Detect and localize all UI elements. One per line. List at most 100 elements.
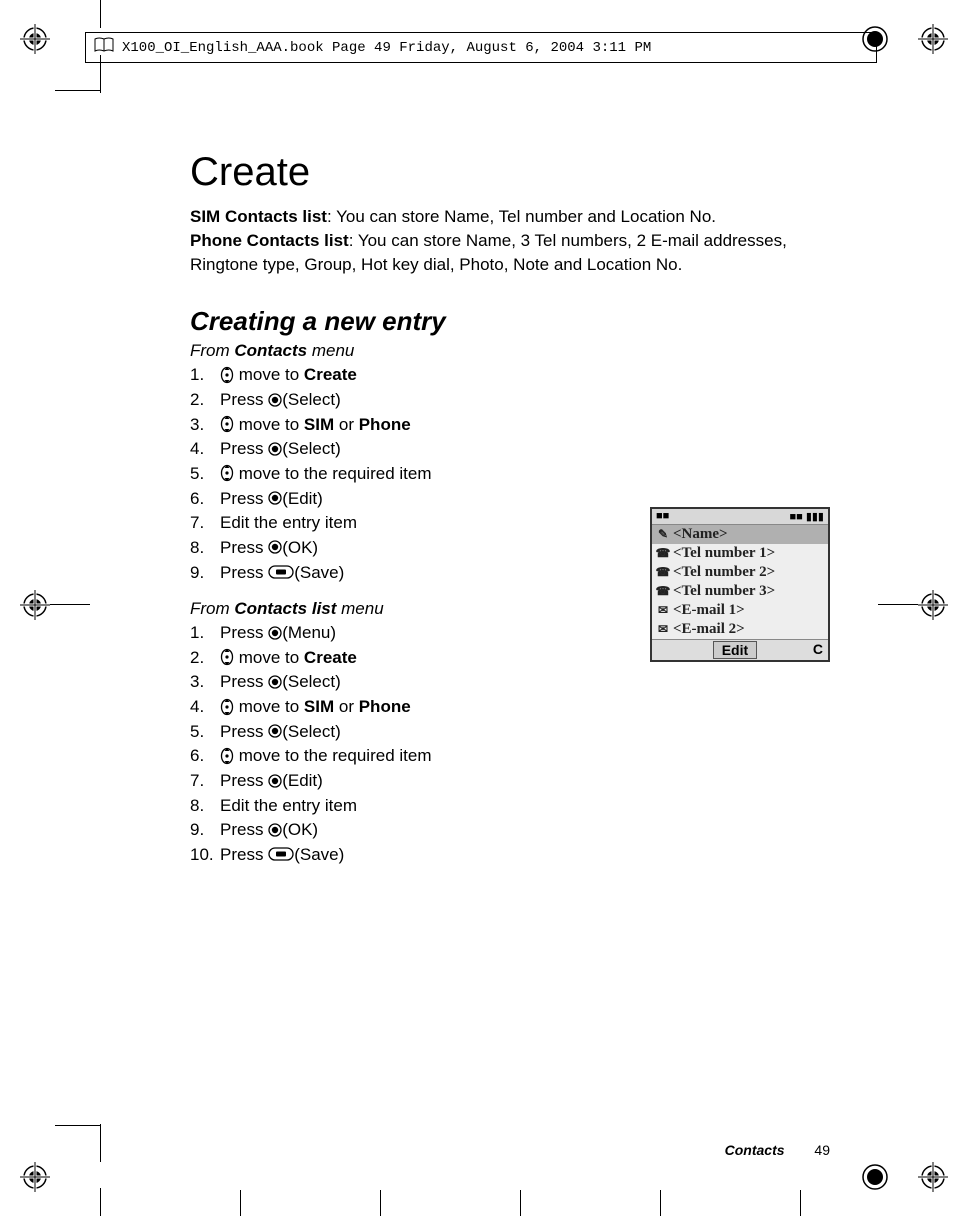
nav-key-icon — [220, 366, 234, 384]
step-text: Press (Edit) — [220, 769, 830, 794]
reg-mark-icon — [20, 590, 50, 620]
phone-label: Phone Contacts list — [190, 231, 349, 250]
footer-page: 49 — [814, 1142, 830, 1158]
scr-row-icon: ✉ — [655, 603, 671, 618]
scr-softkey-right: C — [813, 641, 823, 659]
step-text: move to SIM or Phone — [220, 695, 830, 720]
step-item: 4. move to SIM or Phone — [190, 695, 830, 720]
scr-row-icon: ☎ — [655, 565, 671, 580]
center-key-icon — [268, 823, 282, 837]
crop-line — [50, 604, 90, 605]
step-item: 4.Press (Select) — [190, 437, 830, 462]
scr-row: ✎<Name> — [652, 525, 828, 544]
from-suffix: menu — [307, 341, 354, 360]
sim-label: SIM Contacts list — [190, 207, 327, 226]
center-key-icon — [268, 675, 282, 689]
reg-mark-solid-icon — [860, 1162, 890, 1192]
scr-row-icon: ☎ — [655, 584, 671, 599]
step-text: move to the required item — [220, 462, 830, 487]
reg-mark-icon — [918, 24, 948, 54]
phone-screenshot: ■■ ■■ ▮▮▮ ✎<Name>☎<Tel number 1>☎<Tel nu… — [650, 507, 830, 662]
scr-row: ✉<E-mail 1> — [652, 601, 828, 620]
step-number: 5. — [190, 720, 220, 745]
step-number: 9. — [190, 818, 220, 843]
step-text: move to SIM or Phone — [220, 413, 830, 438]
crop-line — [380, 1190, 381, 1216]
crop-line — [800, 1190, 801, 1216]
page-title: Create — [190, 150, 830, 195]
step-item: 6. move to the required item — [190, 744, 830, 769]
step-number: 3. — [190, 670, 220, 695]
reg-mark-icon — [20, 24, 50, 54]
from-line: From Contacts menu — [190, 341, 830, 361]
crop-line — [100, 0, 101, 28]
step-number: 6. — [190, 744, 220, 769]
center-key-icon — [268, 393, 282, 407]
step-text: Edit the entry item — [220, 794, 830, 819]
sim-text: : You can store Name, Tel number and Loc… — [327, 207, 716, 226]
crop-line — [520, 1190, 521, 1216]
step-item: 2.Press (Select) — [190, 388, 830, 413]
from-suffix: menu — [336, 599, 383, 618]
crop-line — [100, 1124, 101, 1162]
scr-row-icon: ☎ — [655, 546, 671, 561]
step-text: Press (Select) — [220, 720, 830, 745]
nav-key-icon — [220, 648, 234, 666]
nav-key-icon — [220, 415, 234, 433]
step-item: 3. move to SIM or Phone — [190, 413, 830, 438]
step-number: 1. — [190, 363, 220, 388]
step-item: 5. move to the required item — [190, 462, 830, 487]
scr-row: ☎<Tel number 1> — [652, 544, 828, 563]
crop-line — [55, 1125, 100, 1126]
nav-key-icon — [220, 747, 234, 765]
reg-mark-icon — [918, 590, 948, 620]
reg-mark-icon — [918, 1162, 948, 1192]
book-icon — [94, 37, 114, 58]
step-item: 9.Press (OK) — [190, 818, 830, 843]
step-text: move to the required item — [220, 744, 830, 769]
scr-row-text: <Tel number 1> — [673, 545, 775, 562]
scr-row-text: <Name> — [673, 526, 728, 543]
step-text: Press (Save) — [220, 843, 830, 868]
section-heading: Creating a new entry — [190, 306, 830, 337]
step-text: Press (OK) — [220, 818, 830, 843]
scr-row-text: <E-mail 2> — [673, 621, 745, 638]
step-text: Press (Select) — [220, 670, 830, 695]
step-number: 7. — [190, 769, 220, 794]
side-key-icon — [268, 847, 294, 861]
scr-status-right: ■■ ▮▮▮ — [789, 510, 824, 523]
crop-line — [100, 1188, 101, 1216]
step-number: 4. — [190, 695, 220, 720]
step-item: 7.Press (Edit) — [190, 769, 830, 794]
crop-line — [55, 90, 100, 91]
crop-line — [660, 1190, 661, 1216]
step-number: 7. — [190, 511, 220, 536]
step-text: Press (Select) — [220, 388, 830, 413]
page-content: Create SIM Contacts list: You can store … — [190, 150, 830, 882]
scr-row-icon: ✉ — [655, 622, 671, 637]
step-number: 2. — [190, 646, 220, 671]
center-key-icon — [268, 626, 282, 640]
page-header: X100_OI_English_AAA.book Page 49 Friday,… — [85, 32, 877, 63]
crop-line — [240, 1190, 241, 1216]
step-text: move to Create — [220, 363, 830, 388]
scr-row: ✉<E-mail 2> — [652, 620, 828, 639]
center-key-icon — [268, 491, 282, 505]
header-text: X100_OI_English_AAA.book Page 49 Friday,… — [122, 40, 651, 56]
center-key-icon — [268, 774, 282, 788]
step-number: 6. — [190, 487, 220, 512]
from-prefix: From — [190, 341, 234, 360]
from-bold: Contacts list — [234, 599, 336, 618]
step-item: 1. move to Create — [190, 363, 830, 388]
step-number: 1. — [190, 621, 220, 646]
nav-key-icon — [220, 698, 234, 716]
scr-row: ☎<Tel number 3> — [652, 582, 828, 601]
scr-row: ☎<Tel number 2> — [652, 563, 828, 582]
page-footer: Contacts 49 — [190, 1142, 830, 1158]
footer-section: Contacts — [725, 1142, 785, 1158]
crop-line — [878, 604, 918, 605]
step-number: 5. — [190, 462, 220, 487]
step-item: 8.Edit the entry item — [190, 794, 830, 819]
step-item: 10.Press (Save) — [190, 843, 830, 868]
scr-row-text: <Tel number 2> — [673, 564, 775, 581]
